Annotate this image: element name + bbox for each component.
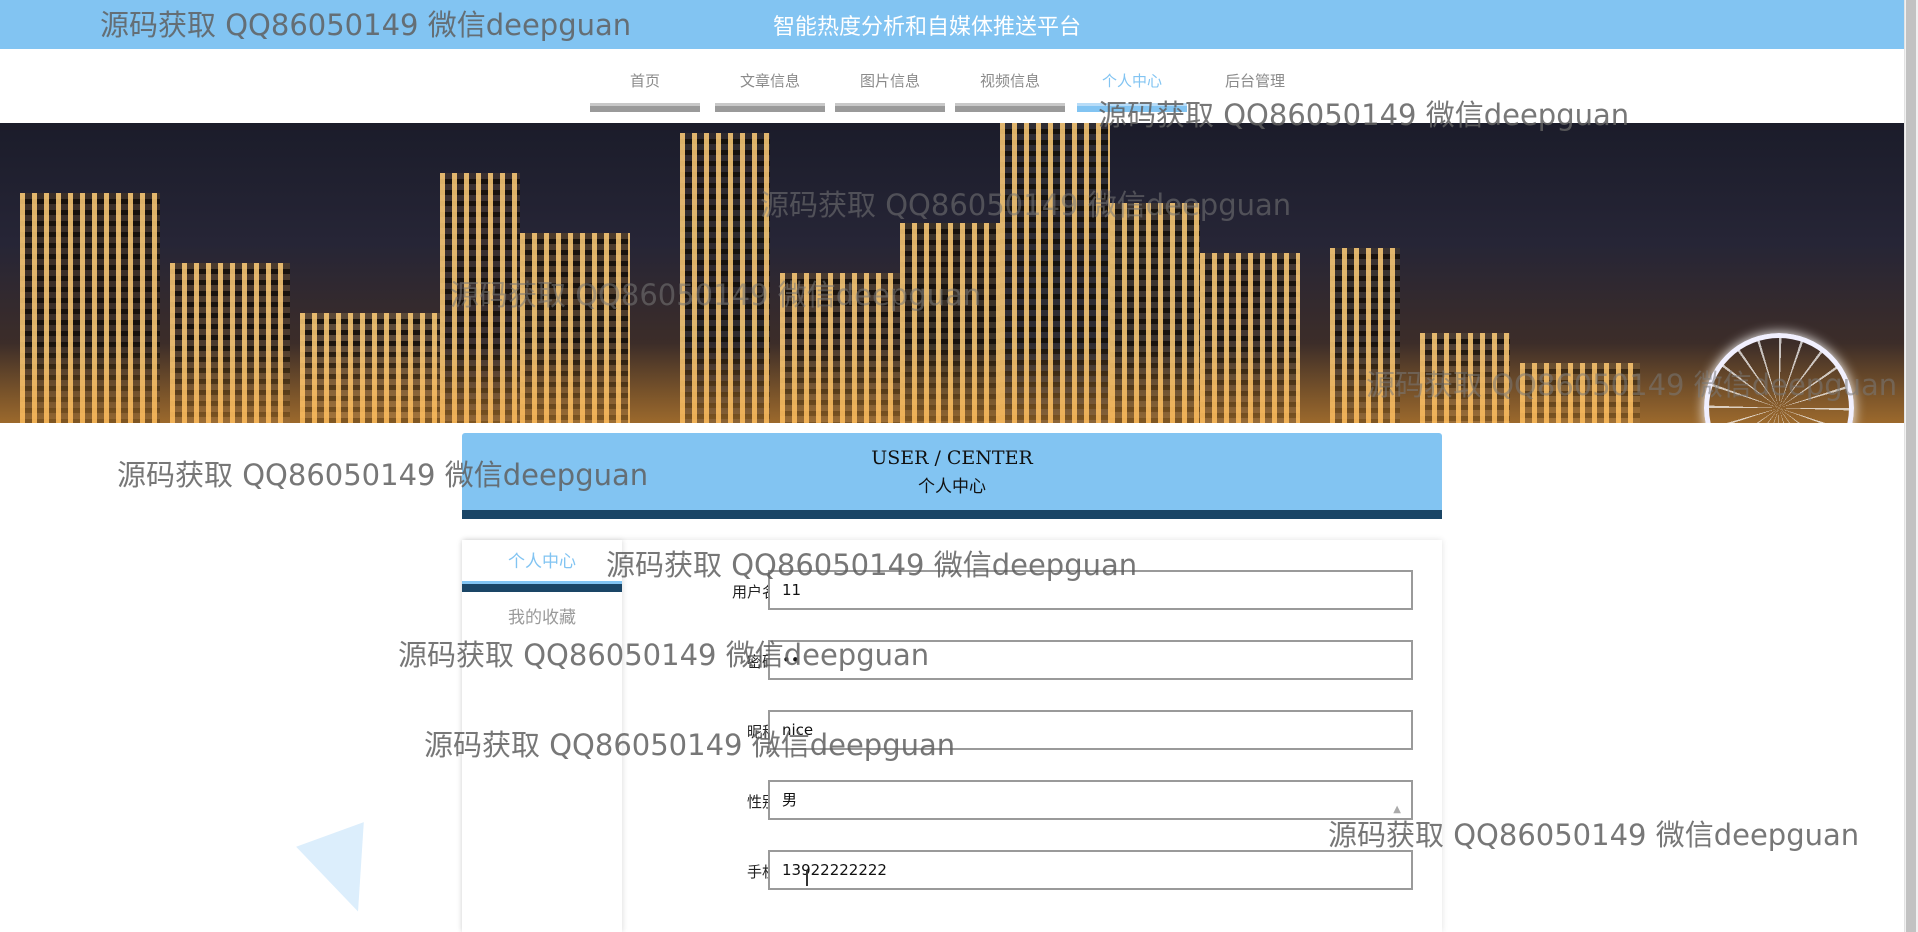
watermark-text: 源码获取 QQ86050149 微信deepguan <box>117 458 649 492</box>
nav-item-home[interactable]: 首页 <box>590 70 700 112</box>
nav-item-label: 后台管理 <box>1224 72 1285 90</box>
nav-item-images[interactable]: 图片信息 <box>835 70 945 112</box>
nav-item-underline <box>835 103 945 112</box>
watermark-text: 源码获取 QQ86050149 微信deepguan <box>398 638 930 672</box>
nav-item-label: 视频信息 <box>979 72 1040 90</box>
nav-item-underline <box>590 103 700 112</box>
watermark-text: 源码获取 QQ86050149 微信deepguan <box>760 188 1292 222</box>
watermark-text: 源码获取 QQ86050149 微信deepguan <box>1098 98 1630 132</box>
scrollbar-thumb[interactable] <box>1906 0 1916 932</box>
nav-item-videos[interactable]: 视频信息 <box>955 70 1065 112</box>
form-row-gender: 性别 男 ▲ <box>637 780 1427 820</box>
phone-input[interactable]: 13922222222 <box>768 850 1413 890</box>
watermark-text: 源码获取 QQ86050149 微信deepguan <box>424 728 956 762</box>
watermark-text: 源码获取 QQ86050149 微信deepguan <box>100 8 632 42</box>
nav-item-label: 图片信息 <box>859 72 920 90</box>
text-cursor <box>806 870 808 886</box>
nav-item-underline <box>715 103 825 112</box>
watermark-text: 源码获取 QQ86050149 微信deepguan <box>606 548 1138 582</box>
nav-item-label: 首页 <box>629 72 660 90</box>
decorative-triangle <box>296 822 392 924</box>
nav-item-underline <box>955 103 1065 112</box>
watermark-text: 源码获取 QQ86050149 微信deepguan <box>1366 368 1898 402</box>
nav-item-articles[interactable]: 文章信息 <box>715 70 825 112</box>
gender-select[interactable]: 男 ▲ <box>768 780 1413 820</box>
form-row-phone: 手机 13922222222 <box>637 850 1427 890</box>
nav-item-label: 个人中心 <box>1101 72 1162 90</box>
watermark-text: 源码获取 QQ86050149 微信deepguan <box>450 278 982 312</box>
watermark-text: 源码获取 QQ86050149 微信deepguan <box>1328 818 1860 852</box>
site-title: 智能热度分析和自媒体推送平台 <box>773 15 1082 40</box>
sidebar-item-user-center[interactable]: 个人中心 <box>462 540 622 596</box>
nav-item-label: 文章信息 <box>739 72 800 90</box>
page-scrollbar[interactable] <box>1904 0 1918 932</box>
gender-selected-value: 男 <box>782 791 798 809</box>
